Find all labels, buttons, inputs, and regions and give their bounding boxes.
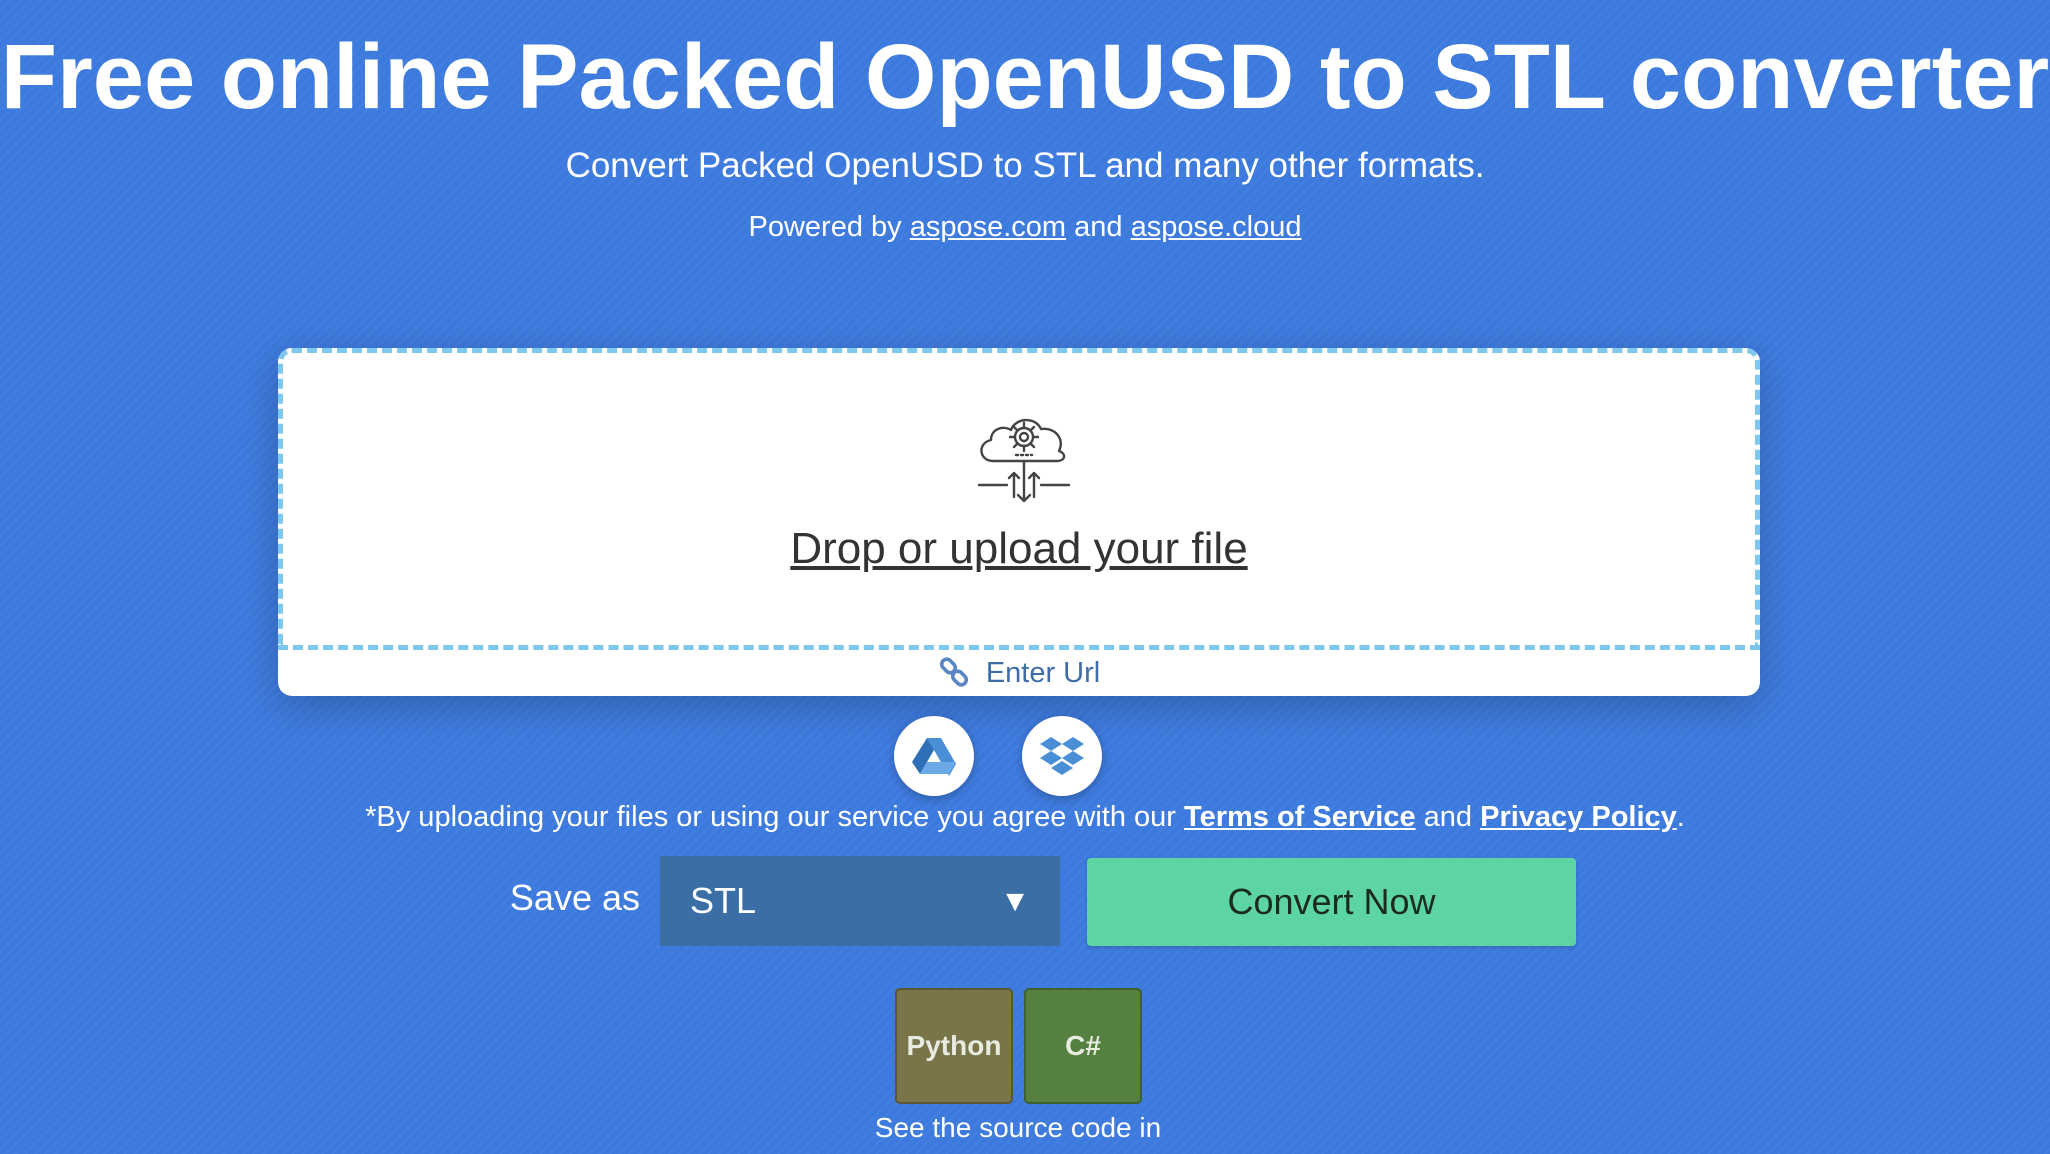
privacy-policy-link[interactable]: Privacy Policy [1480, 801, 1677, 833]
format-select[interactable]: STL ▼ [660, 856, 1060, 946]
source-code-caption: See the source code in [874, 1112, 1162, 1143]
dropbox-icon [1040, 737, 1084, 775]
google-drive-button[interactable] [894, 716, 974, 796]
terms-and: and [1423, 801, 1473, 833]
powered-by: Powered by aspose.com and aspose.cloud [0, 206, 2050, 248]
terms-prefix: *By uploading your files or using our se… [365, 801, 1176, 833]
format-select-value: STL [690, 880, 757, 921]
enter-url-label: Enter Url [985, 657, 1101, 689]
save-as-label: Save as [509, 877, 640, 918]
powered-by-prefix: Powered by [748, 211, 902, 243]
page-subtitle: Convert Packed OpenUSD to STL and many o… [565, 146, 1485, 185]
link-icon [939, 657, 968, 687]
file-dropzone[interactable]: Drop or upload your file [278, 348, 1760, 650]
google-drive-icon [912, 738, 956, 776]
terms-of-service-link[interactable]: Terms of Service [1184, 801, 1416, 833]
terms-notice: *By uploading your files or using our se… [0, 796, 2050, 838]
drop-upload-link[interactable]: Drop or upload your file [283, 519, 1755, 579]
python-source-button[interactable]: Python [895, 988, 1013, 1104]
dropbox-button[interactable] [1022, 716, 1102, 796]
aspose-cloud-link[interactable]: aspose.cloud [1131, 211, 1302, 243]
upload-card: Drop or upload your file Enter Url [278, 348, 1760, 696]
chevron-down-icon: ▼ [1000, 885, 1030, 918]
cloud-gear-upload-icon [977, 418, 1071, 503]
convert-now-button[interactable]: Convert Now [1087, 858, 1576, 946]
enter-url-button[interactable]: Enter Url [278, 650, 1760, 696]
csharp-source-button[interactable]: C# [1024, 988, 1142, 1104]
page-title: Free online Packed OpenUSD to STL conver… [0, 26, 2050, 128]
powered-by-and: and [1074, 211, 1123, 243]
terms-suffix: . [1676, 801, 1685, 833]
aspose-com-link[interactable]: aspose.com [910, 211, 1066, 243]
